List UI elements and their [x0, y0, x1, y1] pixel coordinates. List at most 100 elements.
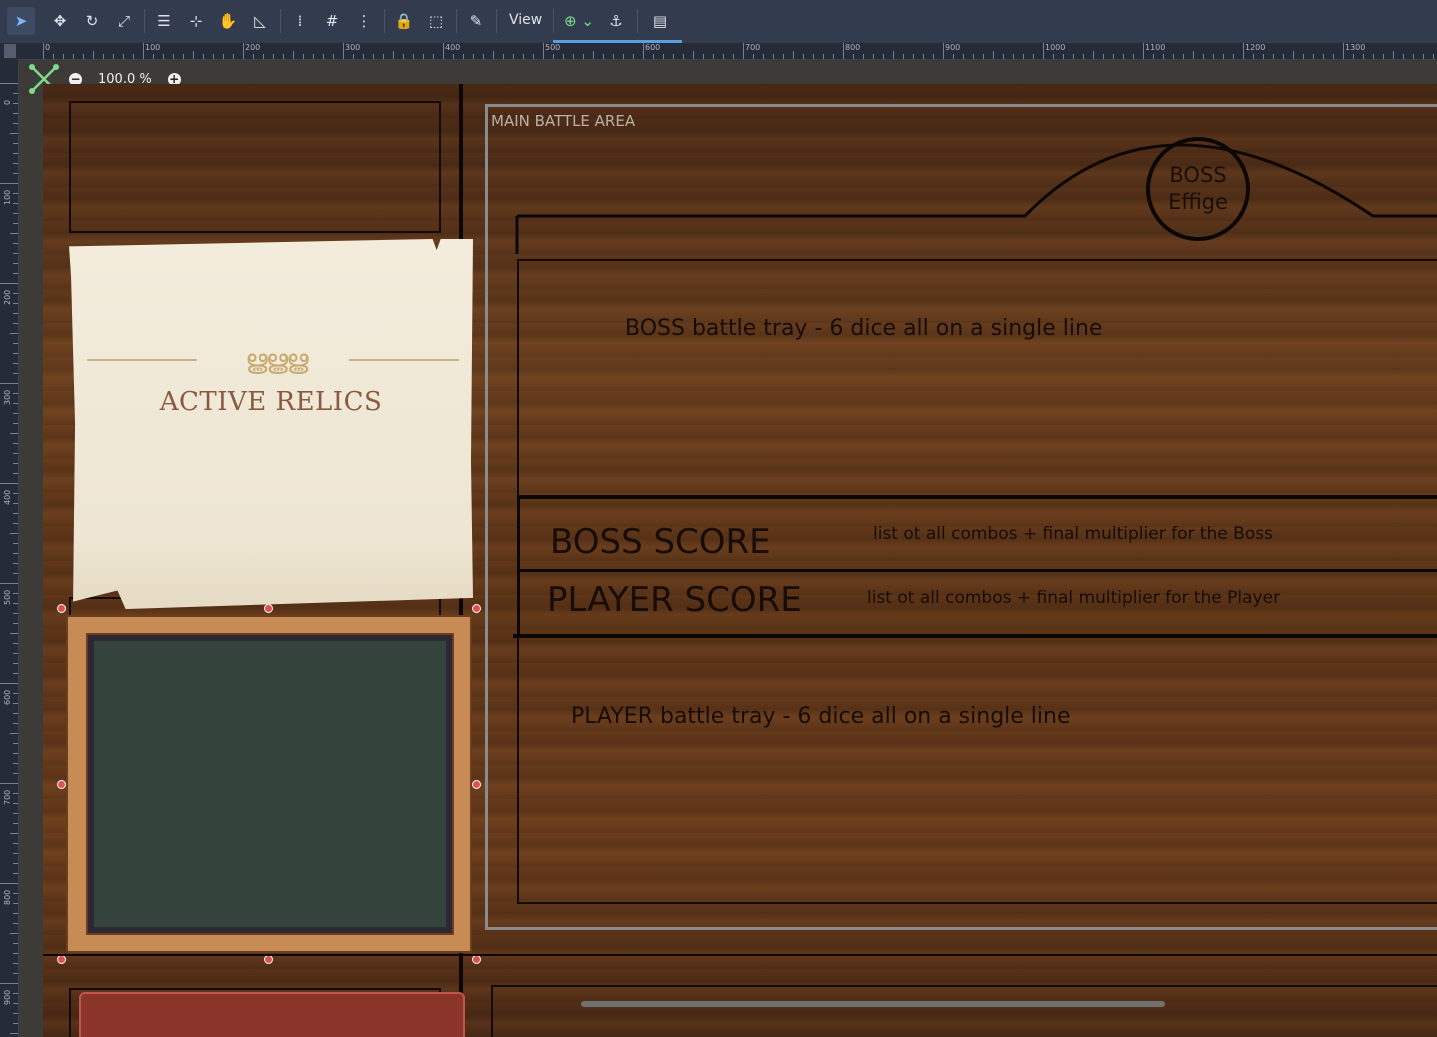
ruler-minor-tick — [773, 54, 774, 59]
ruler-label: 0 — [45, 43, 51, 52]
view-menu[interactable]: View — [509, 12, 542, 28]
add-node-icon[interactable]: ⊕ ⌄ — [560, 7, 598, 35]
selection-handle[interactable] — [264, 604, 273, 613]
ruler-minor-tick — [153, 54, 154, 59]
ruler-minor-tick — [553, 54, 554, 59]
ruler-minor-tick — [13, 163, 18, 164]
ruler-minor-tick — [13, 903, 18, 904]
ruler-minor-tick — [1053, 54, 1054, 59]
ruler-minor-tick — [123, 54, 124, 59]
ruler-minor-tick — [13, 553, 18, 554]
ruler-label: 1100 — [1145, 43, 1166, 52]
ruler-minor-tick — [13, 753, 18, 754]
ruler-minor-tick — [13, 603, 18, 604]
lock-icon[interactable]: 🔒 — [390, 7, 418, 35]
ruler-minor-tick — [993, 51, 994, 59]
ruler-minor-tick — [13, 173, 18, 174]
ruler-minor-tick — [13, 363, 18, 364]
ruler-label: 0 — [3, 99, 12, 105]
ruler-minor-tick — [1203, 54, 1204, 59]
ruler-major-tick — [443, 43, 444, 59]
selection-handle[interactable] — [472, 780, 481, 789]
ruler-minor-tick — [483, 54, 484, 59]
ruler-minor-tick — [103, 54, 104, 59]
boss-tray-outline — [517, 259, 1437, 499]
ruler-minor-tick — [13, 773, 18, 774]
ruler-icon[interactable]: ◺ — [246, 7, 274, 35]
ruler-minor-tick — [13, 513, 18, 514]
selection-handle[interactable] — [57, 604, 66, 613]
layout-icon[interactable]: ▤ — [645, 7, 675, 35]
ruler-minor-tick — [603, 54, 604, 59]
ruler-minor-tick — [1283, 54, 1284, 59]
ruler-minor-tick — [13, 153, 18, 154]
grid-snap-icon[interactable]: # — [318, 7, 346, 35]
ruler-label: 1000 — [1045, 43, 1066, 52]
ruler-minor-tick — [93, 51, 94, 59]
red-action-panel[interactable] — [79, 992, 465, 1037]
ruler-minor-tick — [1383, 54, 1384, 59]
selection-handle[interactable] — [57, 955, 66, 964]
scale-mode-icon[interactable]: ⤢ — [110, 7, 138, 35]
ruler-minor-tick — [13, 703, 18, 704]
ruler-minor-tick — [1333, 54, 1334, 59]
ruler-minor-tick — [13, 403, 18, 404]
ruler-minor-tick — [13, 963, 18, 964]
ruler-major-tick — [1343, 43, 1344, 59]
ruler-minor-tick — [13, 763, 18, 764]
ruler-minor-tick — [13, 213, 18, 214]
ruler-major-tick — [343, 43, 344, 59]
player-score-label: PLAYER SCORE — [547, 580, 802, 620]
ruler-minor-tick — [10, 533, 18, 534]
ruler-label: 900 — [945, 43, 961, 52]
ruler-major-tick — [0, 83, 18, 84]
ruler-minor-tick — [1093, 51, 1094, 59]
ruler-minor-tick — [13, 1013, 18, 1014]
ruler-minor-tick — [903, 54, 904, 59]
ruler-label: 100 — [145, 43, 161, 52]
rotate-mode-icon[interactable]: ↻ — [78, 7, 106, 35]
list-select-icon[interactable]: ☰ — [150, 7, 178, 35]
selection-handle[interactable] — [472, 604, 481, 613]
anchor-icon[interactable]: ⚓ — [602, 7, 630, 35]
board-surface — [94, 641, 446, 927]
ruler-label: 300 — [3, 389, 12, 405]
selection-handle[interactable] — [264, 955, 273, 964]
ruler-minor-tick — [10, 633, 18, 634]
scene-canvas: ൠൠൠ ACTIVE RELICS MAIN BATTLE AREA BOSS … — [43, 84, 1437, 1037]
selected-board-frame[interactable] — [66, 615, 472, 953]
canvas-viewport[interactable]: − 100.0 % + ൠൠൠ ACTIVE RELICS MAIN BATTL… — [19, 60, 1437, 1037]
ruler-minor-tick — [383, 54, 384, 59]
more-options-icon[interactable]: ⋮ — [350, 7, 378, 35]
ruler-minor-tick — [1133, 54, 1134, 59]
ruler-minor-tick — [873, 54, 874, 59]
ruler-minor-tick — [863, 54, 864, 59]
select-mode-icon[interactable]: ➤ — [7, 7, 35, 35]
ruler-minor-tick — [973, 54, 974, 59]
horizontal-scrollbar[interactable] — [581, 1001, 1165, 1007]
ruler-minor-tick — [393, 51, 394, 59]
pan-icon[interactable]: ✋ — [214, 7, 242, 35]
ruler-minor-tick — [13, 723, 18, 724]
move-mode-icon[interactable]: ✥ — [46, 7, 74, 35]
ruler-minor-tick — [1423, 54, 1424, 59]
selection-handle[interactable] — [57, 780, 66, 789]
ruler-minor-tick — [13, 813, 18, 814]
ruler-minor-tick — [13, 893, 18, 894]
smart-snap-icon[interactable]: ⁞ — [286, 7, 314, 35]
ruler-major-tick — [43, 43, 44, 59]
ruler-minor-tick — [13, 503, 18, 504]
ruler-major-tick — [0, 183, 18, 184]
selection-handle[interactable] — [472, 955, 481, 964]
ruler-corner — [4, 44, 16, 58]
ruler-minor-tick — [13, 373, 18, 374]
ruler-minor-tick — [13, 653, 18, 654]
ruler-label: 200 — [245, 43, 261, 52]
ruler-minor-tick — [533, 54, 534, 59]
skeleton-icon[interactable]: ✎ — [462, 7, 490, 35]
pivot-icon[interactable]: ⊹ — [182, 7, 210, 35]
ruler-minor-tick — [303, 54, 304, 59]
ruler-minor-tick — [63, 54, 64, 59]
group-icon[interactable]: ⬚ — [422, 7, 450, 35]
ruler-minor-tick — [13, 193, 18, 194]
